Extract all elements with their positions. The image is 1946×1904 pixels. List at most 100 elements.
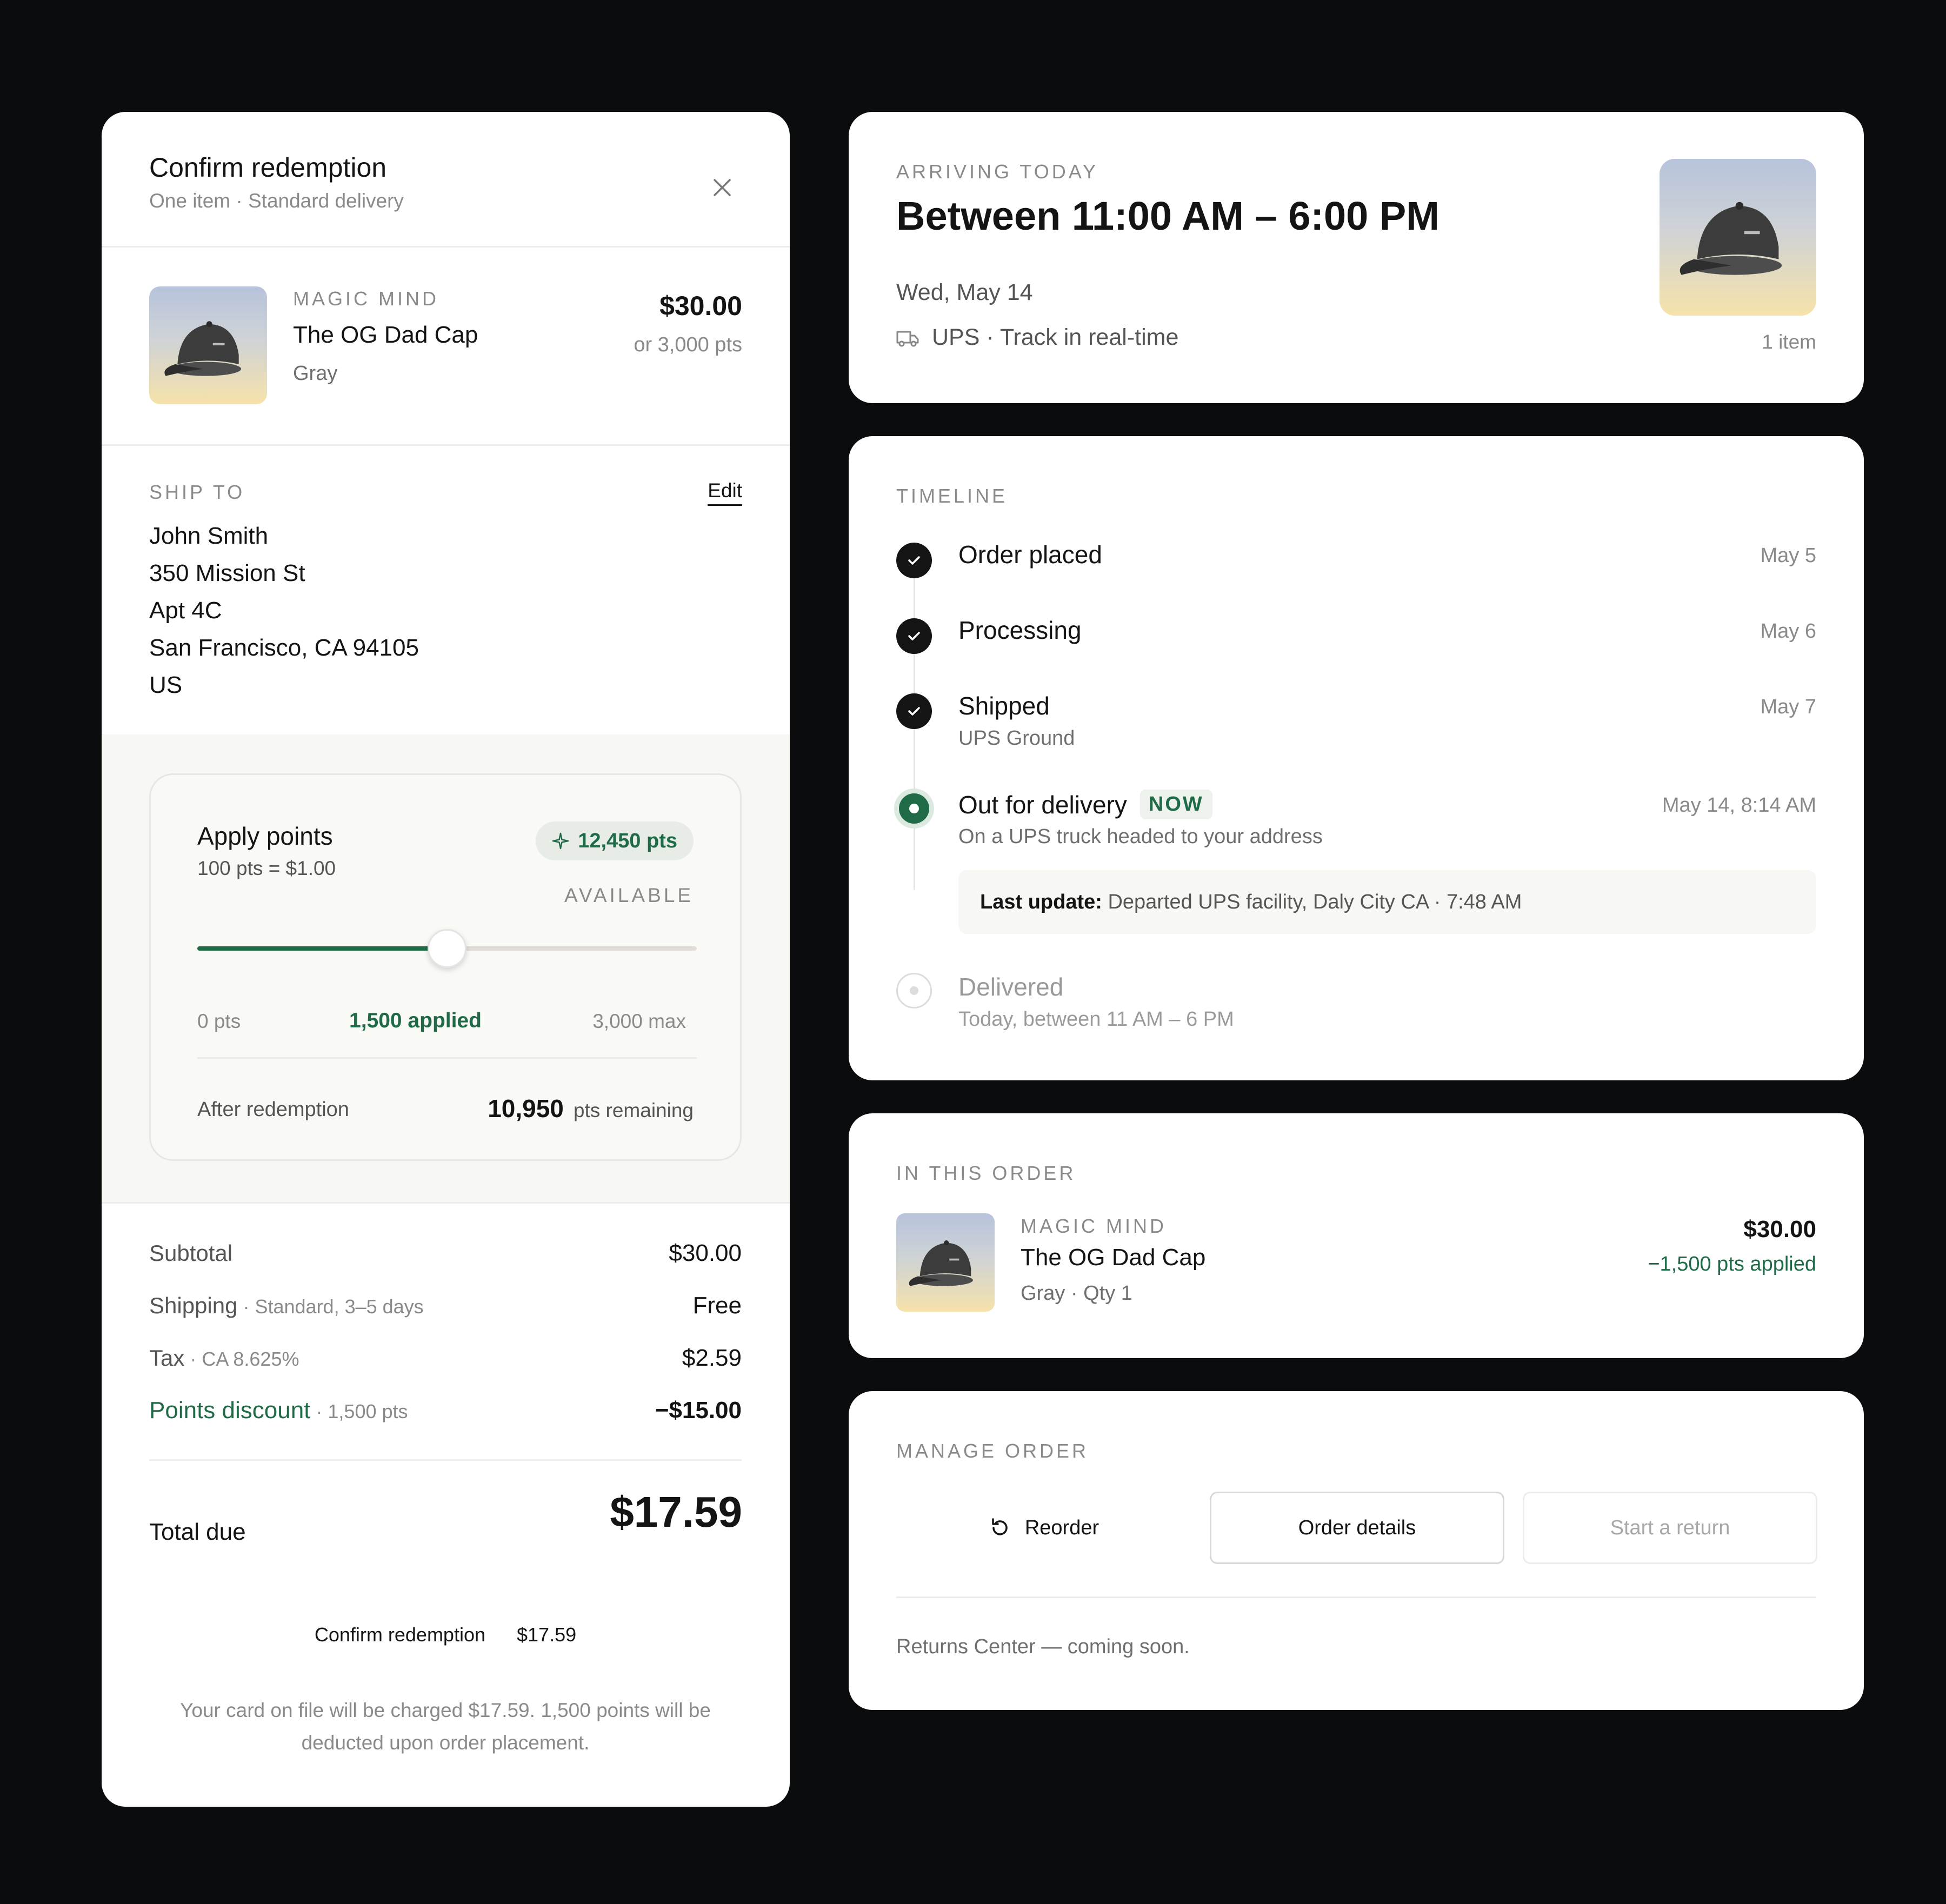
order-items-card: IN THIS ORDER MAGIC MIND The OG Dad Cap … [849, 1113, 1864, 1358]
edit-address-link[interactable]: Edit [708, 479, 742, 506]
now-badge: NOW [1139, 790, 1212, 819]
close-button[interactable] [706, 171, 738, 204]
carrier-tracking-link[interactable]: UPS · Track in real-time [896, 324, 1178, 351]
charge-footnote: Your card on file will be charged $17.59… [180, 1699, 711, 1754]
step-date: May 5 [1760, 544, 1816, 567]
last-update-text: Departed UPS facility, Daly City CA · 7:… [1102, 890, 1522, 913]
address-line: 350 Mission St [149, 560, 305, 586]
step-title: Shipped [958, 692, 1050, 720]
after-redemption-label: After redemption [197, 1098, 349, 1121]
step-check [896, 618, 932, 654]
step-title: Out for delivery [958, 790, 1127, 819]
step-subtitle: Today, between 11 AM – 6 PM [958, 1008, 1234, 1031]
points-remaining: 10,950 pts remaining [488, 1094, 694, 1123]
timeline-card: TIMELINE Order placed May 5 Processing M… [849, 436, 1864, 1080]
product-name: The OG Dad Cap [293, 322, 478, 348]
product-price-points: or 3,000 pts [634, 333, 742, 356]
shipping-note: · Standard, 3–5 days [237, 1295, 424, 1318]
total-due-label: Total due [149, 1519, 246, 1545]
arrival-product-image [1660, 159, 1816, 316]
start-return-button[interactable]: Start a return [1523, 1492, 1817, 1564]
tax-note: · CA 8.625% [184, 1348, 299, 1370]
confirm-button-amount: $17.59 [517, 1624, 577, 1646]
address-line: San Francisco, CA 94105 [149, 634, 419, 661]
returns-note: Returns Center — coming soon. [896, 1635, 1190, 1658]
tax-row: Tax · CA 8.625% $2.59 [149, 1342, 742, 1374]
divider [102, 444, 790, 446]
reorder-button[interactable]: Reorder [896, 1492, 1191, 1564]
order-product-name: The OG Dad Cap [1021, 1244, 1206, 1271]
apply-points-box: Apply points 100 pts = $1.00 12,450 pts … [149, 773, 742, 1161]
delivery-window: Between 11:00 AM – 6:00 PM [896, 193, 1439, 238]
step-title: Delivered [958, 973, 1064, 1001]
arrival-card: ARRIVING TODAY Between 11:00 AM – 6:00 P… [849, 112, 1864, 403]
step-subtitle: UPS Ground [958, 727, 1075, 750]
total-due-value: $17.59 [610, 1488, 742, 1536]
step-title: Processing [958, 616, 1082, 644]
address-line: John Smith [149, 523, 269, 549]
order-points-applied: −1,500 pts applied [1648, 1253, 1816, 1275]
slider-fill [197, 946, 447, 951]
points-balance: 12,450 pts [578, 829, 677, 852]
product-price: $30.00 [659, 291, 742, 321]
slider-handle[interactable] [428, 929, 466, 968]
reorder-label: Reorder [1024, 1516, 1099, 1539]
divider [896, 1596, 1816, 1598]
tax-value: $2.59 [682, 1345, 742, 1371]
check-icon [908, 556, 920, 565]
confirm-redemption-panel: Confirm redemption One item · Standard d… [102, 112, 790, 1807]
confirm-redemption-button[interactable]: Confirm redemption $17.59 [149, 1608, 742, 1662]
order-details-label: Order details [1298, 1516, 1416, 1539]
product-brand: MAGIC MIND [293, 288, 439, 310]
step-date: May 14, 8:14 AM [1662, 794, 1816, 817]
start-return-label: Start a return [1610, 1516, 1730, 1539]
in-this-order-eyebrow: IN THIS ORDER [896, 1162, 1076, 1184]
step-check [896, 543, 932, 578]
address-line: US [149, 672, 183, 698]
points-balance-badge: 12,450 pts [536, 821, 694, 860]
step-title-row: Out for delivery NOW [958, 790, 1212, 819]
panel-subtitle: One item · Standard delivery [149, 190, 404, 212]
step-check [896, 693, 932, 729]
arriving-eyebrow: ARRIVING TODAY [896, 161, 1099, 183]
order-details-button[interactable]: Order details [1210, 1492, 1504, 1564]
order-product-variant: Gray · Qty 1 [1021, 1282, 1132, 1305]
cap-image [164, 321, 242, 376]
tax-label: Tax [149, 1345, 185, 1371]
ship-to-address: John Smith 350 Mission St Apt 4C San Fra… [149, 517, 419, 704]
subtotal-value: $30.00 [669, 1240, 742, 1266]
step-subtitle: On a UPS truck headed to your address [958, 825, 1323, 848]
slider-applied-label: 1,500 applied [349, 1009, 482, 1032]
slider-max-label: 3,000 max [592, 1010, 686, 1032]
slider-min-label: 0 pts [197, 1010, 241, 1032]
step-pending-indicator [896, 973, 932, 1008]
item-count: 1 item [1762, 331, 1816, 353]
check-icon [908, 632, 920, 640]
subtotal-label: Subtotal [149, 1240, 233, 1266]
reorder-icon [992, 1518, 1008, 1535]
ship-to-label: SHIP TO [149, 481, 245, 503]
carrier-text: UPS · Track in real-time [932, 324, 1179, 350]
order-product-brand: MAGIC MIND [1021, 1215, 1167, 1237]
truck-icon [896, 331, 919, 346]
shipping-value: Free [692, 1292, 742, 1319]
points-slider[interactable] [197, 929, 697, 968]
points-remaining-value: 10,950 [488, 1094, 564, 1123]
points-remaining-suffix: pts remaining [573, 1099, 694, 1121]
product-variant: Gray [293, 362, 338, 385]
divider [149, 1459, 742, 1461]
manage-order-card: MANAGE ORDER Reorder Order details Start… [849, 1391, 1864, 1710]
address-line: Apt 4C [149, 597, 222, 624]
timeline-eyebrow: TIMELINE [896, 485, 1008, 507]
check-icon [908, 707, 920, 716]
divider [102, 246, 790, 248]
divider [102, 1202, 790, 1204]
step-date: May 6 [1760, 620, 1816, 643]
points-discount-note: · 1,500 pts [310, 1400, 408, 1422]
points-section: Apply points 100 pts = $1.00 12,450 pts … [102, 734, 790, 1202]
sparkle-icon [552, 832, 569, 850]
shipping-row: Shipping · Standard, 3–5 days Free [149, 1290, 742, 1322]
points-discount-row: Points discount · 1,500 pts −$15.00 [149, 1394, 742, 1427]
order-product-image [896, 1213, 995, 1312]
panel-title: Confirm redemption [149, 152, 387, 183]
